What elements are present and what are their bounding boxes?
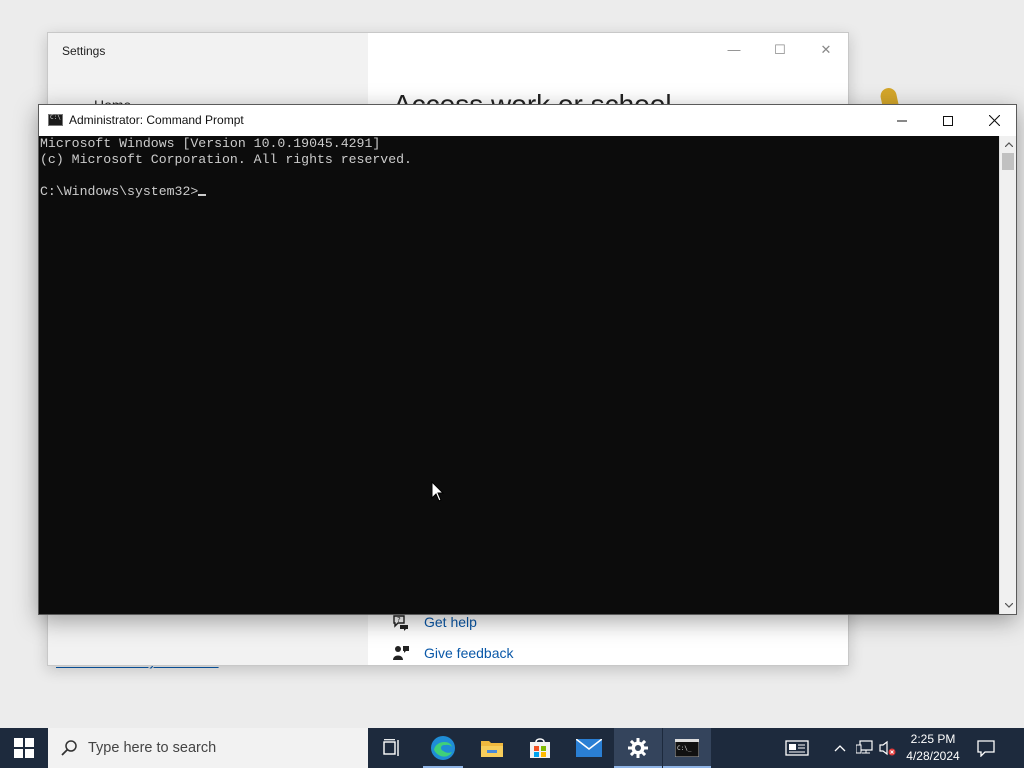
help-chat-icon: ? <box>393 615 408 631</box>
minimize-icon <box>897 120 907 121</box>
task-view-button[interactable] <box>368 728 416 768</box>
svg-text:C:\_: C:\_ <box>677 745 692 752</box>
command-prompt-path: C:\Windows\system32> <box>40 184 199 199</box>
maximize-button[interactable] <box>925 105 971 136</box>
give-feedback-link[interactable]: Give feedback <box>424 645 514 661</box>
store-bag-icon <box>530 738 550 758</box>
get-help-link[interactable]: Get help <box>424 614 477 630</box>
news-icon <box>785 740 809 756</box>
notification-icon <box>977 739 995 757</box>
mouse-pointer-icon <box>431 481 445 502</box>
prompt-line[interactable]: C:\Windows\system32> <box>40 184 1000 200</box>
edge-browser-icon <box>431 736 455 760</box>
chevron-up-icon <box>834 745 846 752</box>
scroll-down-button[interactable] <box>1000 597 1017 614</box>
feedback-person-icon <box>393 646 409 660</box>
clock-date: 4/28/2024 <box>906 749 960 763</box>
start-button[interactable] <box>0 728 48 768</box>
folder-icon <box>481 741 503 757</box>
minimize-button[interactable]: — <box>711 39 757 61</box>
news-widget-button[interactable] <box>781 728 813 768</box>
chevron-down-icon <box>1004 603 1013 608</box>
console-output[interactable]: Microsoft Windows [Version 10.0.19045.42… <box>39 136 1000 614</box>
close-button[interactable]: ✕ <box>803 39 848 61</box>
close-button[interactable] <box>971 105 1017 136</box>
svg-text:?: ? <box>397 616 401 624</box>
maximize-icon <box>943 115 953 126</box>
taskbar-app-settings[interactable] <box>614 728 662 768</box>
chevron-up-icon <box>1004 142 1013 147</box>
taskbar-app-edge[interactable] <box>419 728 467 768</box>
command-prompt-icon: C:\_ <box>675 739 699 757</box>
maximize-button[interactable]: ☐ <box>757 39 803 61</box>
console-line: Microsoft Windows [Version 10.0.19045.42… <box>40 136 381 151</box>
minimize-button[interactable] <box>879 105 925 136</box>
action-center-button[interactable] <box>972 728 1000 768</box>
network-icon <box>856 740 873 754</box>
console-line: (c) Microsoft Corporation. All rights re… <box>40 152 412 167</box>
taskbar-search-box[interactable]: Type here to search <box>48 728 368 768</box>
network-status-button[interactable] <box>854 728 876 768</box>
volume-button[interactable] <box>878 728 898 768</box>
taskbar-app-command-prompt[interactable]: C:\_ <box>663 728 711 768</box>
cmd-app-icon[interactable] <box>48 114 63 126</box>
taskbar-app-mail[interactable] <box>565 728 613 768</box>
close-icon <box>988 115 1000 126</box>
windows-logo-icon <box>14 738 34 758</box>
settings-window-title: Settings <box>62 44 106 58</box>
give-feedback-row[interactable]: Give feedback <box>392 642 514 664</box>
cmd-titlebar[interactable]: Administrator: Command Prompt <box>39 105 1016 136</box>
scrollbar-thumb[interactable] <box>1002 153 1014 170</box>
taskbar-clock[interactable]: 2:25 PM 4/28/2024 <box>898 731 968 765</box>
taskbar-app-file-explorer[interactable] <box>468 728 516 768</box>
text-cursor <box>198 194 207 196</box>
mail-envelope-icon <box>576 739 602 757</box>
command-prompt-window[interactable]: Administrator: Command Prompt Microsoft … <box>38 104 1017 615</box>
vertical-scrollbar[interactable] <box>999 136 1016 614</box>
speaker-muted-icon <box>879 740 896 756</box>
search-icon <box>61 740 77 756</box>
cmd-window-title: Administrator: Command Prompt <box>69 113 244 127</box>
search-placeholder: Type here to search <box>88 740 217 756</box>
task-view-icon <box>383 739 399 756</box>
show-hidden-icons-button[interactable] <box>831 728 849 768</box>
taskbar: Type here to search C:\_ 2:25 PM 4/28/20… <box>0 728 1024 768</box>
gear-icon <box>628 738 648 758</box>
taskbar-app-store[interactable] <box>516 728 564 768</box>
clock-time: 2:25 PM <box>910 732 956 746</box>
scroll-up-button[interactable] <box>1000 136 1017 153</box>
